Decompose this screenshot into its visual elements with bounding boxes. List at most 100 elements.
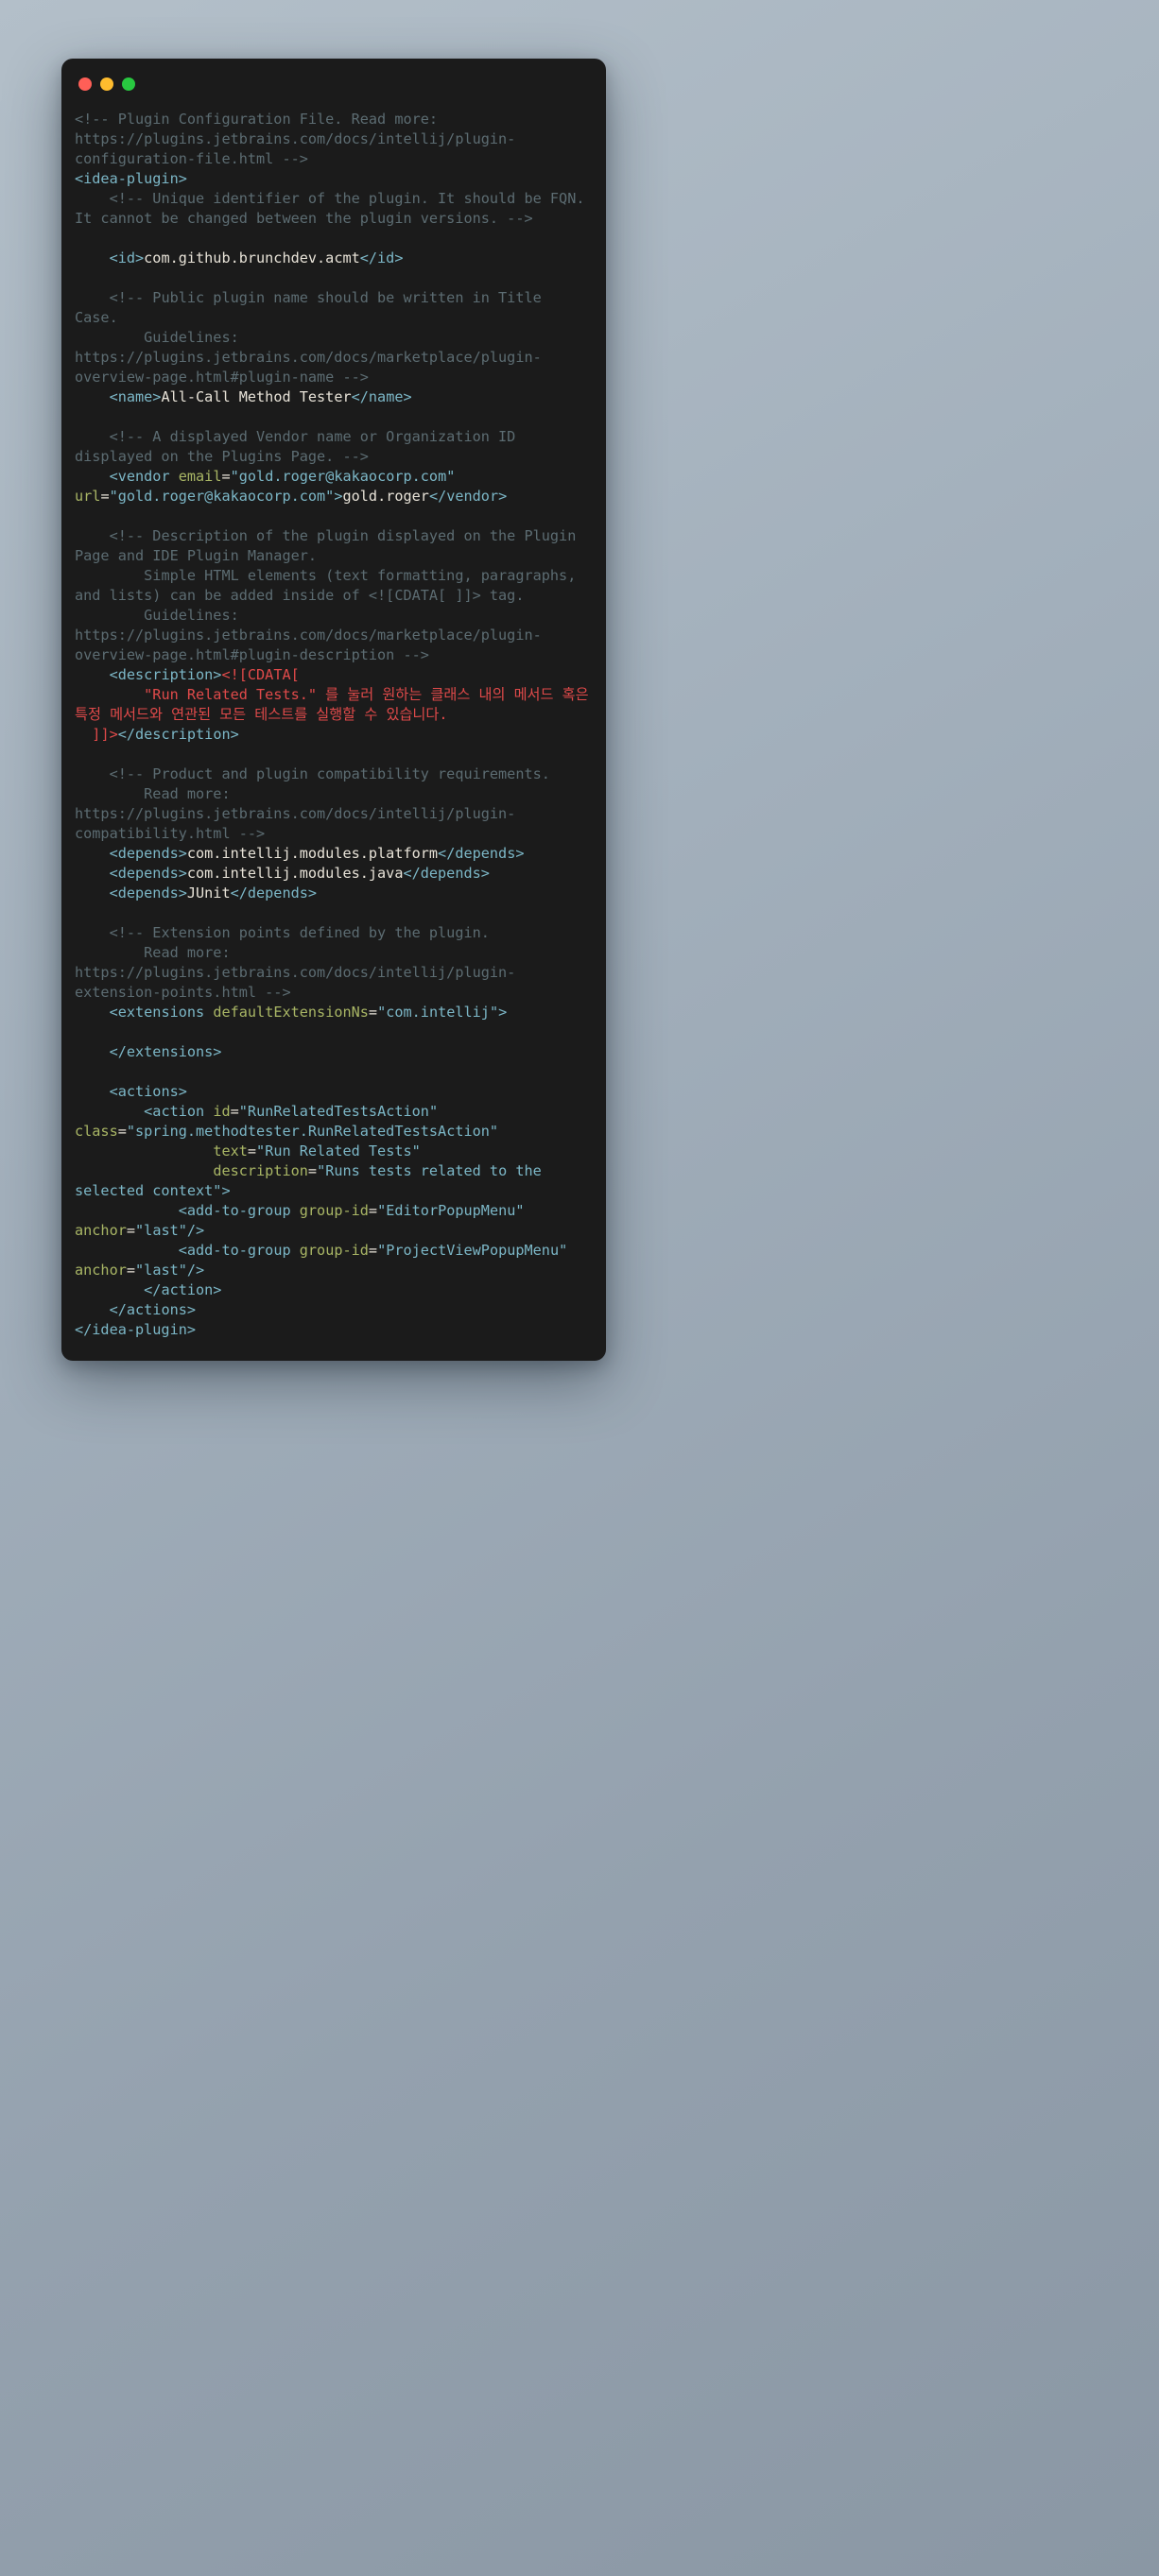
code-token-attr: url [75,488,101,505]
code-token-tag: <action [144,1103,205,1120]
code-token-tag: <description> [109,666,222,683]
code-line: Guidelines: https://plugins.jetbrains.co… [75,328,593,387]
code-token-eq: = [221,468,231,485]
code-line: <!-- Description of the plugin displayed… [75,526,593,566]
code-line: </extensions> [75,1042,593,1062]
code-line: </action> [75,1280,593,1300]
code-token-tag: </idea-plugin> [75,1321,197,1338]
code-line: description="Runs tests related to the s… [75,1161,593,1201]
code-token-tag: <actions> [109,1083,187,1100]
code-line: <idea-plugin> [75,169,593,189]
code-line: <!-- Unique identifier of the plugin. It… [75,189,593,229]
code-token-tag: <id> [109,249,145,266]
code-token-tag: </depends> [403,865,490,882]
code-line: <!-- Extension points defined by the plu… [75,923,593,943]
code-line: <add-to-group group-id="EditorPopupMenu"… [75,1201,593,1241]
code-token-txt: com.intellij.modules.java [186,865,404,882]
code-token-cmt: <!-- Public plugin name should be writte… [75,289,550,326]
code-token-tag: <extensions [109,1004,205,1021]
code-token-tag: </action> [144,1281,222,1298]
code-token-tag: <depends> [109,884,187,902]
code-token-attr: group-id [299,1242,369,1259]
code-token-eq: = [368,1004,378,1021]
code-token-attr: defaultExtensionNs [213,1004,369,1021]
code-line: <depends>com.intellij.modules.java</depe… [75,864,593,884]
code-line: </actions> [75,1300,593,1320]
code-token-eq: = [247,1142,257,1159]
code-screenshot-window: <!-- Plugin Configuration File. Read mor… [61,59,606,1361]
code-token-tag: <depends> [109,865,187,882]
code-token-cmt: <!-- A displayed Vendor name or Organiza… [75,428,525,465]
code-line: <id>com.github.brunchdev.acmt</id> [75,249,593,268]
code-token-cdata: "Run Related Tests." 를 눌러 원하는 클래스 내의 메서드… [75,686,597,723]
code-token-tag: </id> [359,249,404,266]
code-token-eq: = [126,1222,136,1239]
code-token-tag: > [334,488,343,505]
code-token-val: "gold.roger@kakaocorp.com" [230,468,456,485]
code-token-val: "Run Related Tests" [256,1142,421,1159]
code-token-eq: = [368,1242,378,1259]
code-token-attr: id [213,1103,231,1120]
window-titlebar [61,59,606,110]
code-token-val: "spring.methodtester.RunRelatedTestsActi… [126,1123,499,1140]
code-token-tag: /> [186,1222,205,1239]
code-token-tag: <add-to-group [178,1242,291,1259]
code-token-tag: <name> [109,388,162,405]
code-token-attr: email [178,468,222,485]
code-token-cmt: Read more: https://plugins.jetbrains.com… [75,944,516,1001]
code-line: <add-to-group group-id="ProjectViewPopup… [75,1241,593,1280]
code-token-tag: <idea-plugin> [75,170,187,187]
code-token-val: "com.intellij" [377,1004,499,1021]
code-token-txt: com.github.brunchdev.acmt [144,249,360,266]
code-line: <!-- Plugin Configuration File. Read mor… [75,110,593,169]
code-token-cmt: <!-- Description of the plugin displayed… [75,527,585,564]
code-line: <description><![CDATA[ [75,665,593,685]
code-line: text="Run Related Tests" [75,1142,593,1161]
code-line: <extensions defaultExtensionNs="com.inte… [75,1003,593,1022]
code-block[interactable]: <!-- Plugin Configuration File. Read mor… [61,110,606,1340]
code-token-cdata: <![CDATA[ [221,666,300,683]
code-token-val: "last" [135,1222,187,1239]
code-line: <vendor email="gold.roger@kakaocorp.com"… [75,467,593,507]
code-token-cmt: <!-- Unique identifier of the plugin. It… [75,190,594,227]
code-token-attr: class [75,1123,118,1140]
code-token-cmt: Simple HTML elements (text formatting, p… [75,567,585,604]
code-line: ]]></description> [75,725,593,745]
minimize-button[interactable] [100,77,113,91]
code-token-eq: = [307,1162,318,1179]
code-line: "Run Related Tests." 를 눌러 원하는 클래스 내의 메서드… [75,685,593,725]
code-token-cmt: <!-- Plugin Configuration File. Read mor… [75,111,516,167]
code-token-tag: </extensions> [109,1043,222,1060]
code-token-attr: anchor [75,1222,127,1239]
code-token-eq: = [230,1103,239,1120]
code-token-attr: description [213,1162,308,1179]
maximize-button[interactable] [122,77,135,91]
close-button[interactable] [78,77,92,91]
code-token-val: "last" [135,1262,187,1279]
code-line: <!-- Product and plugin compatibility re… [75,764,593,784]
code-token-tag: </actions> [109,1301,197,1318]
code-token-tag: </vendor> [428,488,508,505]
